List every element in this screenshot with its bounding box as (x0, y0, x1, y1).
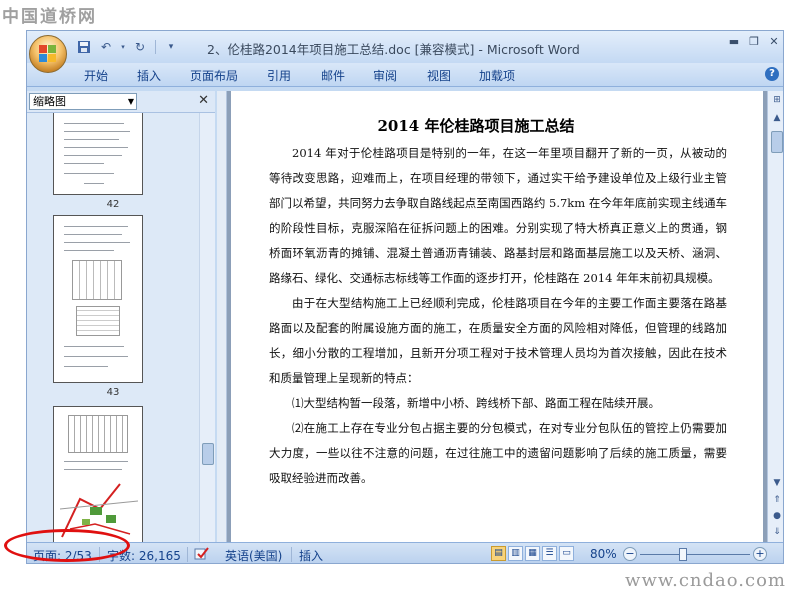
page-number-42: 42 (106, 199, 120, 210)
paragraph: 由于在大型结构施工上已经顺利完成，伦桂路项目在今年的主要工作面主要落在路基路面以… (269, 296, 727, 385)
tab-insert[interactable]: 插入 (137, 67, 161, 84)
page-thumbnail-43[interactable] (53, 215, 143, 383)
window-controls: ▬ ❐ ✕ (727, 35, 781, 49)
zoom-slider-track[interactable] (640, 554, 750, 555)
save-icon[interactable] (75, 38, 93, 56)
document-title: 2014 年伦桂路项目施工总结 (377, 117, 575, 135)
vertical-scrollbar[interactable]: ⊞ ▲ ▼ ⇑ ● ⇓ (767, 91, 783, 542)
thumbnail-pane: 缩略图 ▼ ✕ 42 43 (27, 91, 215, 546)
zoom-level[interactable]: 80% (590, 547, 617, 561)
tab-add-ins[interactable]: 加载项 (479, 67, 515, 84)
view-buttons: ▤ ▥ ▦ ☰ ▭ (491, 546, 574, 561)
thumbnail-diagram (68, 415, 128, 453)
zoom-slider-thumb[interactable] (679, 548, 687, 561)
quick-access-toolbar: ↶ ▾ ↻ ▾ (75, 38, 180, 56)
vertical-ruler (217, 91, 227, 542)
thumbnail-view-select[interactable]: 缩略图 ▼ (29, 93, 137, 110)
zoom-out-icon[interactable]: − (623, 547, 637, 561)
language-indicator[interactable]: 英语(美国) (225, 547, 282, 563)
zoom-in-icon[interactable]: + (753, 547, 767, 561)
chevron-down-icon: ▼ (127, 97, 134, 106)
help-icon[interactable]: ? (765, 67, 779, 81)
ruler-toggle-icon[interactable]: ⊞ (770, 93, 783, 107)
select-browse-object-icon[interactable]: ● (770, 509, 783, 523)
maximize-icon[interactable]: ❐ (747, 35, 761, 49)
page-thumbnail-42[interactable] (53, 113, 143, 195)
paragraph: ⑵在施工上存在专业分包占据主要的分包模式，在对专业分包队伍的管控上仍需要加大力度… (269, 421, 727, 485)
title-bar: ↶ ▾ ↻ ▾ 2、伦桂路2014年项目施工总结.doc [兼容模式] - Mi… (27, 31, 783, 63)
scroll-thumb[interactable] (771, 131, 783, 153)
paragraph: ⑴大型结构暂一段落，新增中小桥、跨线桥下部、路面工程在陆续开展。 (292, 396, 660, 410)
word-window: ↶ ▾ ↻ ▾ 2、伦桂路2014年项目施工总结.doc [兼容模式] - Mi… (26, 30, 784, 564)
customize-qat-icon[interactable]: ▾ (162, 38, 180, 56)
highlight-ellipse (4, 529, 130, 562)
document-area: 2014 年伦桂路项目施工总结 2014 年对于伦桂路项目是特别的一年，在这一年… (217, 91, 767, 542)
status-separator (187, 547, 188, 562)
close-icon[interactable]: ✕ (767, 35, 781, 49)
thumbnail-header: 缩略图 ▼ ✕ (27, 91, 215, 113)
full-screen-reading-icon[interactable]: ▥ (508, 546, 523, 561)
watermark-bottom: www.cndao.com (625, 570, 786, 591)
outline-icon[interactable]: ☰ (542, 546, 557, 561)
thumbnail-scroll-thumb[interactable] (202, 443, 214, 465)
tab-view[interactable]: 视图 (427, 67, 451, 84)
window-title: 2、伦桂路2014年项目施工总结.doc [兼容模式] - Microsoft … (207, 42, 580, 57)
ribbon-tabs: 开始 插入 页面布局 引用 邮件 审阅 视图 加载项 ? (27, 63, 783, 87)
web-layout-icon[interactable]: ▦ (525, 546, 540, 561)
tab-review[interactable]: 审阅 (373, 67, 397, 84)
spelling-check-icon[interactable] (194, 547, 210, 563)
previous-page-icon[interactable]: ⇑ (770, 493, 783, 507)
thumbnail-diagram (76, 306, 120, 336)
next-page-icon[interactable]: ⇓ (770, 525, 783, 539)
page-thumbnail-44[interactable] (53, 406, 143, 546)
qat-separator (155, 40, 156, 54)
document-page[interactable]: 2014 年伦桂路项目施工总结 2014 年对于伦桂路项目是特别的一年，在这一年… (231, 91, 763, 542)
page-number-43: 43 (106, 387, 120, 398)
document-body: 2014 年对于伦桂路项目是特别的一年，在这一年里项目翻开了新的一页，从被动的等… (269, 141, 727, 491)
undo-dropdown-icon[interactable]: ▾ (119, 38, 127, 56)
close-pane-icon[interactable]: ✕ (198, 93, 209, 108)
thumbnail-view-label: 缩略图 (33, 95, 66, 108)
minimize-icon[interactable]: ▬ (727, 35, 741, 49)
status-separator (291, 547, 292, 562)
thumbnail-scrollbar[interactable] (199, 113, 215, 542)
undo-icon[interactable]: ↶ (97, 38, 115, 56)
draft-icon[interactable]: ▭ (559, 546, 574, 561)
watermark-top: 中国道桥网 (2, 7, 97, 27)
scroll-down-icon[interactable]: ▼ (770, 476, 783, 490)
thumbnail-diagram (72, 260, 122, 300)
print-layout-icon[interactable]: ▤ (491, 546, 506, 561)
office-button[interactable] (29, 35, 67, 73)
paragraph: 2014 年对于伦桂路项目是特别的一年，在这一年里项目翻开了新的一页，从被动的等… (269, 146, 727, 285)
tab-page-layout[interactable]: 页面布局 (190, 67, 238, 84)
insert-mode-indicator[interactable]: 插入 (299, 547, 323, 563)
tab-mailings[interactable]: 邮件 (321, 67, 345, 84)
status-bar: 页面: 2/53 字数: 26,165 英语(美国) 插入 ▤ ▥ ▦ ☰ ▭ … (27, 542, 783, 563)
office-logo-icon (39, 45, 57, 63)
redo-icon[interactable]: ↻ (131, 38, 149, 56)
tab-home[interactable]: 开始 (84, 67, 108, 84)
scroll-up-icon[interactable]: ▲ (770, 111, 783, 125)
tab-references[interactable]: 引用 (267, 67, 291, 84)
